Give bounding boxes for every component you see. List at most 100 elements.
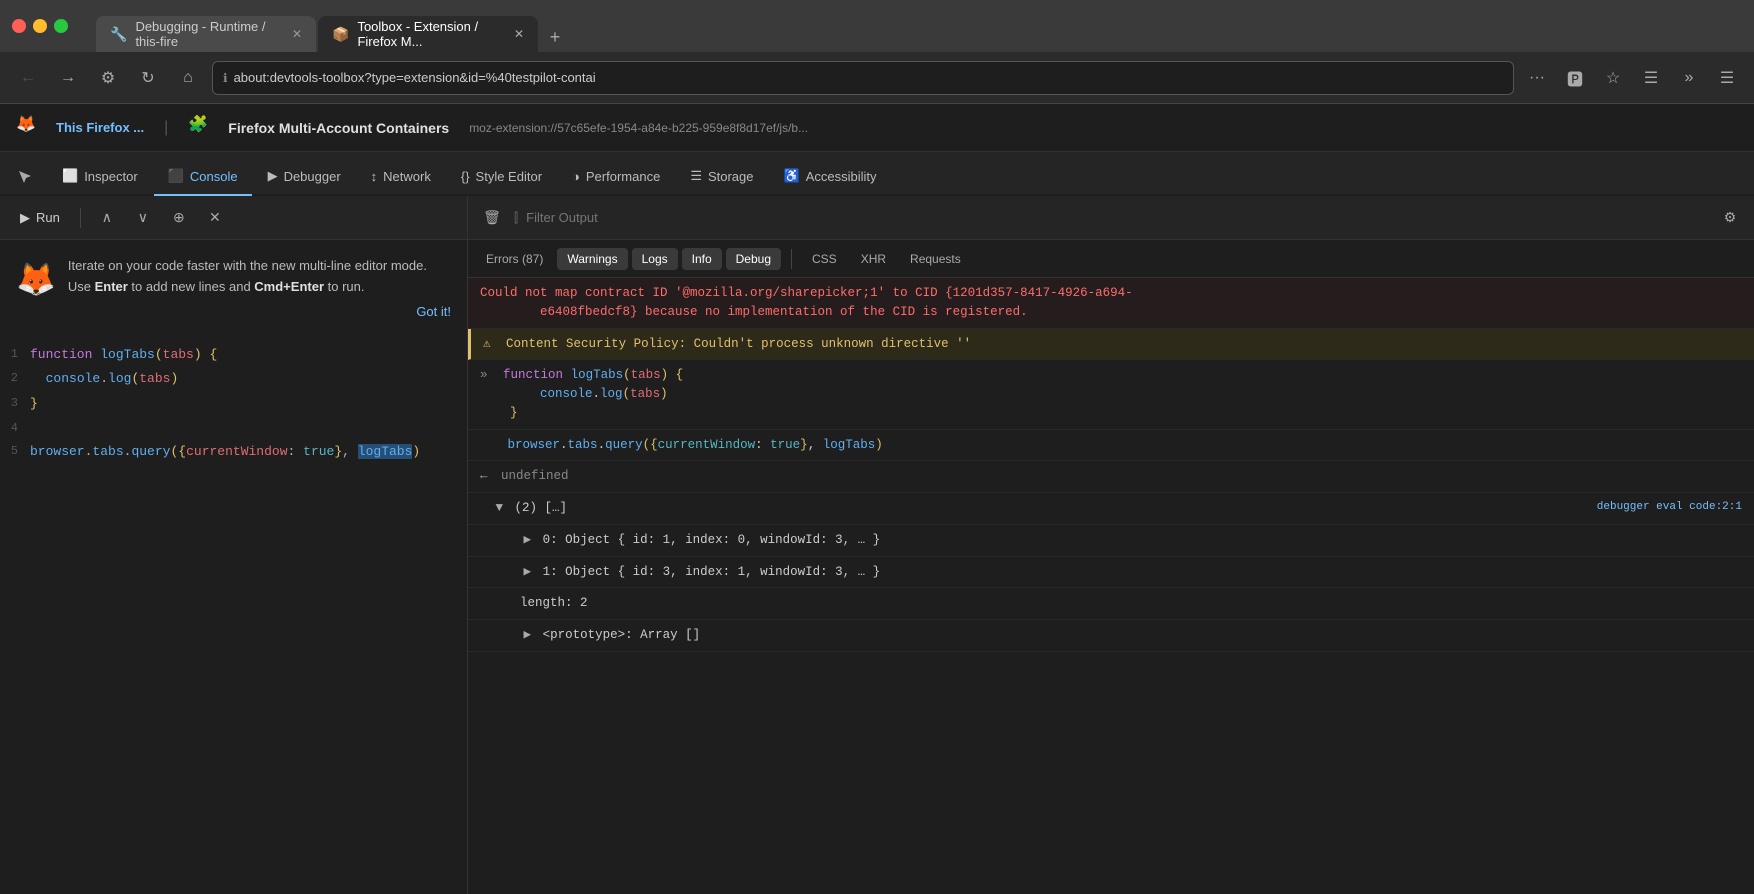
more-button[interactable]: ··· — [1522, 63, 1552, 93]
performance-icon: ◑ — [572, 169, 580, 184]
address-bar[interactable]: ℹ about:devtools-toolbox?type=extension&… — [212, 61, 1514, 95]
console-output: Could not map contract ID '@mozilla.org/… — [468, 278, 1754, 894]
accessibility-label: Accessibility — [806, 169, 877, 184]
got-it-button[interactable]: Got it! — [68, 304, 451, 319]
code-editor[interactable]: 1 function logTabs(tabs) { 2 console.log… — [0, 335, 467, 894]
pick-element-button[interactable] — [8, 160, 42, 194]
titlebar: 🔧 Debugging - Runtime / this-fire ✕ 📦 To… — [0, 0, 1754, 52]
firefox-brand-label: This Firefox ... — [56, 120, 144, 135]
output-line-tree-length: length: 2 — [468, 588, 1754, 620]
hint-text-2: to add new lines and — [128, 279, 254, 294]
url-text: about:devtools-toolbox?type=extension&id… — [234, 70, 1503, 85]
line-number-5: 5 — [0, 442, 30, 463]
tab-toolbox-close[interactable]: ✕ — [514, 27, 524, 41]
output-line-tree-proto: ▶ <prototype>: Array [] — [468, 620, 1754, 652]
tab-debug-label: Debugging - Runtime / this-fire — [135, 19, 278, 49]
xhr-label: XHR — [861, 252, 886, 266]
browser-tabs: 🔧 Debugging - Runtime / this-fire ✕ 📦 To… — [96, 0, 570, 52]
filter-tab-errors[interactable]: Errors (87) — [476, 248, 553, 270]
performance-label: Performance — [586, 169, 660, 184]
right-panel: 🗑 ⫿ ⚙ Errors (87) Warnings Logs Info Deb… — [468, 196, 1754, 894]
refresh-button[interactable]: ↻ — [132, 62, 164, 94]
clear-output-button[interactable]: 🗑 — [478, 204, 506, 232]
expand-array-button[interactable]: ▼ — [496, 501, 504, 515]
hint-box: 🦊 Iterate on your code faster with the n… — [0, 240, 467, 335]
line-number-3: 3 — [0, 394, 30, 415]
bookmark-button[interactable]: ☆ — [1598, 63, 1628, 93]
chevron-right-icon[interactable]: » — [1674, 63, 1704, 93]
new-tab-button[interactable]: + — [540, 22, 570, 52]
warnings-label: Warnings — [567, 252, 617, 266]
zoom-button[interactable]: ⊕ — [165, 204, 193, 232]
menu-button[interactable]: ☰ — [1712, 63, 1742, 93]
filter-input[interactable] — [526, 203, 1708, 233]
output-line-result: ← undefined — [468, 461, 1754, 493]
back-button[interactable]: ← — [12, 62, 44, 94]
code-input-text: function logTabs(tabs) { console.log(tab… — [480, 368, 683, 420]
extension-url: moz-extension://57c65efe-1954-a84e-b225-… — [469, 121, 1738, 135]
storage-icon: ☰ — [690, 168, 702, 184]
inspector-icon: ⬜ — [62, 168, 78, 184]
output-line-warning: ⚠ Content Security Policy: Couldn't proc… — [468, 329, 1754, 361]
close-window-button[interactable] — [12, 19, 26, 33]
home-button[interactable]: ⌂ — [172, 62, 204, 94]
toolbar-separator — [80, 208, 81, 228]
fullscreen-window-button[interactable] — [54, 19, 68, 33]
expand-down-button[interactable]: ∨ — [129, 204, 157, 232]
browser-tab-toolbox[interactable]: 📦 Toolbox - Extension / Firefox M... ✕ — [318, 16, 538, 52]
toolbar-right: ··· 🅿 ☆ ☰ » ☰ — [1522, 63, 1742, 93]
run-button[interactable]: ▶ Run — [12, 206, 68, 230]
tree-root-text: (2) […] — [515, 501, 568, 515]
line-number-1: 1 — [0, 345, 30, 366]
firefox-logo: 🦊 — [16, 114, 44, 142]
tab-network[interactable]: ↕ Network — [357, 158, 445, 196]
expand-proto-button[interactable]: ▶ — [524, 628, 532, 642]
console-input-toolbar: ▶ Run ∧ ∨ ⊕ ✕ — [0, 196, 467, 240]
output-options-button[interactable]: ⚙ — [1716, 204, 1744, 232]
filter-tab-xhr[interactable]: XHR — [851, 248, 896, 270]
tab-inspector[interactable]: ⬜ Inspector — [48, 158, 152, 196]
hint-bold-1: Enter — [95, 279, 128, 294]
tab-storage[interactable]: ☰ Storage — [676, 158, 767, 196]
tab-debugger[interactable]: ▶ Debugger — [254, 158, 355, 196]
filter-tab-css[interactable]: CSS — [802, 248, 847, 270]
filter-tab-logs[interactable]: Logs — [632, 248, 678, 270]
tab-console[interactable]: ⬛ Console — [154, 158, 252, 196]
pocket-button[interactable]: 🅿 — [1560, 63, 1590, 93]
tab-accessibility[interactable]: ♿ Accessibility — [770, 158, 891, 196]
settings-button[interactable]: ⚙ — [92, 62, 124, 94]
expand-up-button[interactable]: ∧ — [93, 204, 121, 232]
filter-tab-requests[interactable]: Requests — [900, 248, 971, 270]
browser-toolbar: ← → ⚙ ↻ ⌂ ℹ about:devtools-toolbox?type=… — [0, 52, 1754, 104]
hint-text: Iterate on your code faster with the new… — [68, 256, 451, 298]
expand-item-0-button[interactable]: ▶ — [524, 533, 532, 547]
run-label: Run — [36, 210, 60, 225]
clear-editor-button[interactable]: ✕ — [201, 204, 229, 232]
debug-source-label: debugger eval code:2:1 — [1597, 499, 1742, 516]
tab-debug-close[interactable]: ✕ — [292, 27, 302, 41]
line-code-4 — [30, 419, 467, 438]
tab-toolbox-icon: 📦 — [332, 26, 349, 43]
filter-tab-debug[interactable]: Debug — [726, 248, 781, 270]
traffic-lights — [12, 19, 68, 33]
result-text: undefined — [501, 469, 569, 483]
filter-tab-info[interactable]: Info — [682, 248, 722, 270]
url-info-icon: ℹ — [223, 71, 228, 85]
browser-tab-debug[interactable]: 🔧 Debugging - Runtime / this-fire ✕ — [96, 16, 316, 52]
history-icon[interactable]: ☰ — [1636, 63, 1666, 93]
tree-item-0-text: 0: Object { id: 1, index: 0, windowId: 3… — [543, 533, 881, 547]
filter-tab-warnings[interactable]: Warnings — [557, 248, 627, 270]
expand-item-1-button[interactable]: ▶ — [524, 565, 532, 579]
console-icon: ⬛ — [168, 168, 184, 184]
hint-bold-2: Cmd+Enter — [254, 279, 324, 294]
forward-button[interactable]: → — [52, 62, 84, 94]
code-input-2-text: browser.tabs.query({currentWindow: true}… — [508, 438, 883, 452]
minimize-window-button[interactable] — [33, 19, 47, 33]
tab-style-editor[interactable]: {} Style Editor — [447, 158, 556, 196]
tab-debug-icon: 🔧 — [110, 26, 127, 43]
output-line-code-input: » function logTabs(tabs) { console.log(t… — [468, 360, 1754, 429]
tab-performance[interactable]: ◑ Performance — [558, 158, 674, 196]
hint-text-3: to run. — [324, 279, 364, 294]
extension-icon: 🧩 — [188, 114, 216, 142]
extension-bar: 🦊 This Firefox ... | 🧩 Firefox Multi-Acc… — [0, 104, 1754, 152]
